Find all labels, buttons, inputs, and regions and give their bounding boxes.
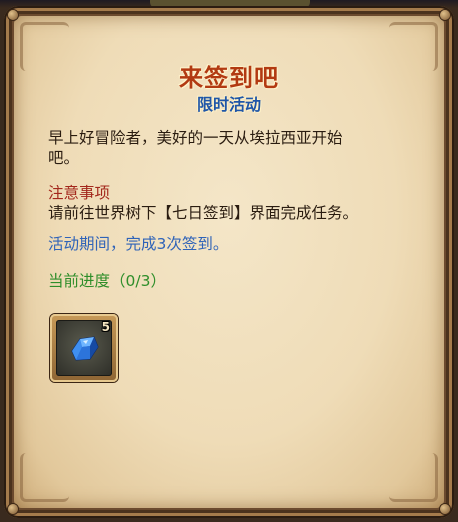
rivet: [8, 10, 18, 20]
progress-text: 当前进度（0/3）: [48, 272, 166, 290]
intro-line-2: 吧。: [48, 149, 80, 167]
blue-crystal-icon: [71, 336, 99, 361]
event-title: 来签到吧: [179, 64, 279, 92]
notice-heading: 注意事项: [48, 184, 111, 202]
corner-ornament: [20, 453, 69, 502]
reward-count: 5: [101, 320, 110, 334]
rivet: [440, 504, 450, 514]
rivet: [8, 504, 18, 514]
reward-slot[interactable]: 5: [50, 314, 118, 382]
event-period-text: 活动期间，完成3次签到。: [48, 235, 229, 253]
corner-ornament: [389, 453, 438, 502]
intro-text: 早上好冒险者，美好的一天从埃拉西亚开始 吧。: [48, 128, 408, 168]
rivet: [440, 10, 450, 20]
intro-line-1: 早上好冒险者，美好的一天从埃拉西亚开始: [48, 129, 343, 147]
event-subtitle: 限时活动: [196, 95, 261, 114]
notice-text: 请前往世界树下【七日签到】界面完成任务。: [48, 204, 359, 222]
reward-slot-inner: 5: [56, 320, 112, 376]
